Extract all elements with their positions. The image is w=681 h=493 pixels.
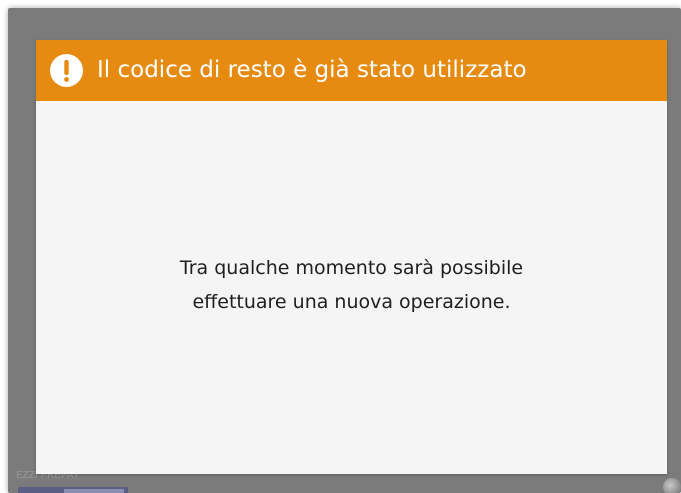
dialog-title: Il codice di resto è già stato utilizzat… (97, 57, 527, 83)
screen: EZZI PREPAY Il codice di resto è già sta… (0, 0, 681, 493)
footer-chip (18, 487, 128, 493)
dialog-message: Tra qualche momento sarà possibile effet… (36, 251, 667, 319)
message-line-1: Tra qualche momento sarà possibile (179, 257, 524, 279)
exclamation-icon (50, 54, 83, 87)
footer-chip-value (64, 489, 124, 493)
message-line-2: effettuare una nuova operazione. (192, 291, 511, 313)
alert-dialog: Il codice di resto è già stato utilizzat… (36, 40, 667, 474)
dialog-header: Il codice di resto è già stato utilizzat… (36, 40, 667, 101)
corner-icon (663, 478, 681, 493)
dialog-body: Tra qualche momento sarà possibile effet… (36, 101, 667, 474)
